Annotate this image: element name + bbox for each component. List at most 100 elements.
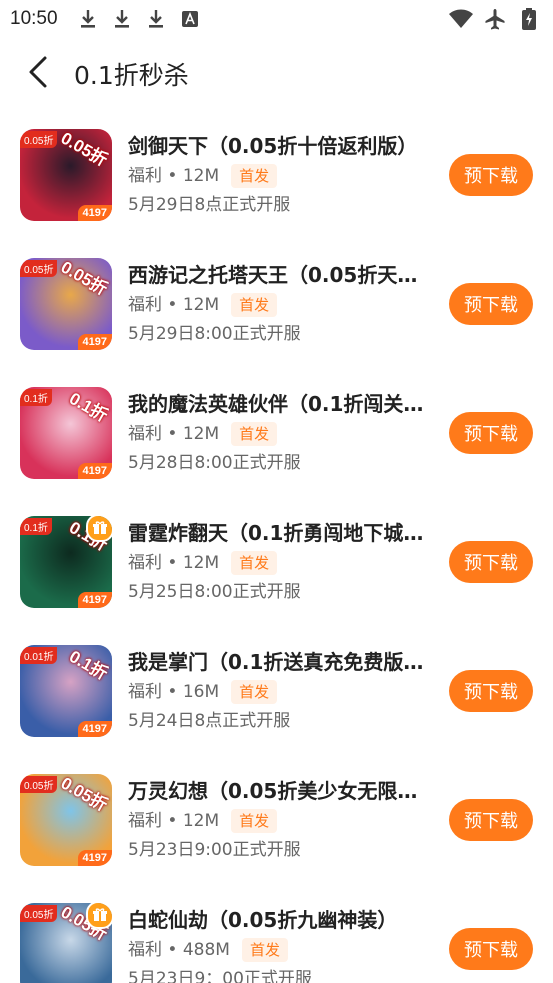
- discount-tag: 0.1折: [20, 388, 52, 406]
- game-info: 西游记之托塔天王（0.05折天… 福利 • 12M 首发 5月29日8:00正式…: [128, 261, 434, 347]
- game-category: 福利: [128, 681, 162, 702]
- download-icon: [144, 7, 168, 31]
- page-title: 0.1折秒杀: [74, 61, 189, 90]
- game-icon[interactable]: 0.05折 0.05折: [20, 902, 112, 983]
- game-info: 雷霆炸翻天（0.1折勇闯地下城… 福利 • 12M 首发 5月25日8:00正式…: [128, 519, 434, 605]
- game-meta: 福利 • 12M 首发: [128, 808, 434, 834]
- pre-download-button[interactable]: 预下载: [449, 669, 533, 712]
- game-category: 福利: [128, 165, 162, 186]
- first-release-badge: 首发: [231, 292, 278, 317]
- platform-badge: 4197: [77, 849, 112, 866]
- meta-separator: •: [162, 423, 183, 444]
- pre-download-button[interactable]: 预下载: [449, 927, 533, 970]
- discount-tag: 0.01折: [20, 646, 58, 664]
- game-list-item[interactable]: 0.05折 0.05折 4197 剑御天下（0.05折十倍返利版） 福利 • 1…: [0, 110, 553, 239]
- game-icon[interactable]: 0.05折 0.05折 4197: [20, 257, 112, 350]
- game-icon[interactable]: 0.05折 0.05折 4197: [20, 128, 112, 221]
- game-info: 我是掌门（0.1折送真充免费版… 福利 • 16M 首发 5月24日8点正式开服: [128, 648, 434, 734]
- game-info: 白蛇仙劫（0.05折九幽神装） 福利 • 488M 首发 5月23日9：00正式…: [128, 906, 434, 983]
- game-meta: 福利 • 12M 首发: [128, 292, 434, 318]
- app-header: 0.1折秒杀: [0, 38, 553, 110]
- platform-badge: 4197: [77, 204, 112, 221]
- pre-download-button[interactable]: 预下载: [449, 153, 533, 196]
- game-category: 福利: [128, 939, 162, 960]
- first-release-badge: 首发: [231, 808, 278, 833]
- game-icon[interactable]: 0.1折 0.1折 4197: [20, 515, 112, 608]
- meta-separator: •: [162, 294, 183, 315]
- game-info: 剑御天下（0.05折十倍返利版） 福利 • 12M 首发 5月29日8点正式开服: [128, 132, 434, 218]
- game-list-item[interactable]: 0.1折 0.1折 4197 雷霆炸翻天（0.1折勇闯地下城… 福利 • 12M…: [0, 497, 553, 626]
- game-list-item[interactable]: 0.1折 0.1折 4197 我的魔法英雄伙伴（0.1折闯关… 福利 • 12M…: [0, 368, 553, 497]
- chevron-left-icon: [27, 55, 49, 93]
- pre-download-button[interactable]: 预下载: [449, 540, 533, 583]
- game-info: 我的魔法英雄伙伴（0.1折闯关… 福利 • 12M 首发 5月28日8:00正式…: [128, 390, 434, 476]
- game-list-item[interactable]: 0.05折 0.05折 白蛇仙劫（0.05折九幽神装） 福利 • 488M 首发…: [0, 884, 553, 983]
- back-button[interactable]: [20, 54, 56, 94]
- game-icon[interactable]: 0.05折 0.05折 4197: [20, 773, 112, 866]
- server-open-date: 5月23日9：00正式开服: [128, 968, 312, 983]
- game-size: 12M: [182, 294, 220, 315]
- game-info: 万灵幻想（0.05折美少女无限… 福利 • 12M 首发 5月23日9:00正式…: [128, 777, 434, 863]
- game-name: 剑御天下（0.05折十倍返利版）: [128, 133, 418, 158]
- app-a-icon: [178, 7, 202, 31]
- airplane-icon: [483, 7, 507, 31]
- meta-separator: •: [162, 810, 183, 831]
- platform-badge: 4197: [77, 462, 112, 479]
- game-category: 福利: [128, 423, 162, 444]
- game-meta: 福利 • 12M 首发: [128, 550, 434, 576]
- game-name: 雷霆炸翻天（0.1折勇闯地下城…: [128, 520, 424, 545]
- game-list[interactable]: 0.05折 0.05折 4197 剑御天下（0.05折十倍返利版） 福利 • 1…: [0, 110, 553, 983]
- server-open-date: 5月23日9:00正式开服: [128, 839, 301, 860]
- game-meta: 福利 • 488M 首发: [128, 937, 434, 963]
- battery-charging-icon: [517, 7, 541, 31]
- pre-download-button[interactable]: 预下载: [449, 411, 533, 454]
- game-name: 我的魔法英雄伙伴（0.1折闯关…: [128, 391, 424, 416]
- game-category: 福利: [128, 810, 162, 831]
- pre-download-button[interactable]: 预下载: [449, 282, 533, 325]
- discount-tag: 0.05折: [20, 130, 58, 148]
- game-meta: 福利 • 12M 首发: [128, 163, 434, 189]
- first-release-badge: 首发: [231, 421, 278, 446]
- discount-tag: 0.05折: [20, 904, 58, 922]
- first-release-badge: 首发: [241, 937, 288, 962]
- game-name: 我是掌门（0.1折送真充免费版…: [128, 649, 424, 674]
- game-category: 福利: [128, 294, 162, 315]
- server-open-date: 5月28日8:00正式开服: [128, 452, 301, 473]
- game-size: 12M: [182, 165, 220, 186]
- download-icon: [76, 7, 100, 31]
- game-list-item[interactable]: 0.05折 0.05折 4197 万灵幻想（0.05折美少女无限… 福利 • 1…: [0, 755, 553, 884]
- game-list-item[interactable]: 0.05折 0.05折 4197 西游记之托塔天王（0.05折天… 福利 • 1…: [0, 239, 553, 368]
- game-list-item[interactable]: 0.01折 0.1折 4197 我是掌门（0.1折送真充免费版… 福利 • 16…: [0, 626, 553, 755]
- platform-badge: 4197: [77, 720, 112, 737]
- wifi-icon: [449, 7, 473, 31]
- status-bar: 10:50: [0, 0, 553, 38]
- first-release-badge: 首发: [231, 679, 278, 704]
- first-release-badge: 首发: [231, 550, 278, 575]
- gift-icon: [86, 515, 112, 542]
- game-meta: 福利 • 16M 首发: [128, 679, 434, 705]
- game-name: 西游记之托塔天王（0.05折天…: [128, 262, 418, 287]
- discount-tag: 0.1折: [20, 517, 52, 535]
- game-size: 12M: [182, 552, 220, 573]
- status-time: 10:50: [10, 8, 58, 29]
- discount-tag: 0.05折: [20, 259, 58, 277]
- game-size: 488M: [182, 939, 230, 960]
- platform-badge: 4197: [77, 591, 112, 608]
- game-size: 16M: [182, 681, 220, 702]
- game-size: 12M: [182, 423, 220, 444]
- game-size: 12M: [182, 810, 220, 831]
- server-open-date: 5月25日8:00正式开服: [128, 581, 301, 602]
- meta-separator: •: [162, 939, 183, 960]
- server-open-date: 5月29日8:00正式开服: [128, 323, 301, 344]
- meta-separator: •: [162, 552, 183, 573]
- game-name: 万灵幻想（0.05折美少女无限…: [128, 778, 418, 803]
- server-open-date: 5月29日8点正式开服: [128, 194, 291, 215]
- discount-tag: 0.05折: [20, 775, 58, 793]
- meta-separator: •: [162, 681, 183, 702]
- download-icon: [110, 7, 134, 31]
- game-icon[interactable]: 0.1折 0.1折 4197: [20, 386, 112, 479]
- game-category: 福利: [128, 552, 162, 573]
- game-icon[interactable]: 0.01折 0.1折 4197: [20, 644, 112, 737]
- pre-download-button[interactable]: 预下载: [449, 798, 533, 841]
- notification-icons: [76, 7, 202, 31]
